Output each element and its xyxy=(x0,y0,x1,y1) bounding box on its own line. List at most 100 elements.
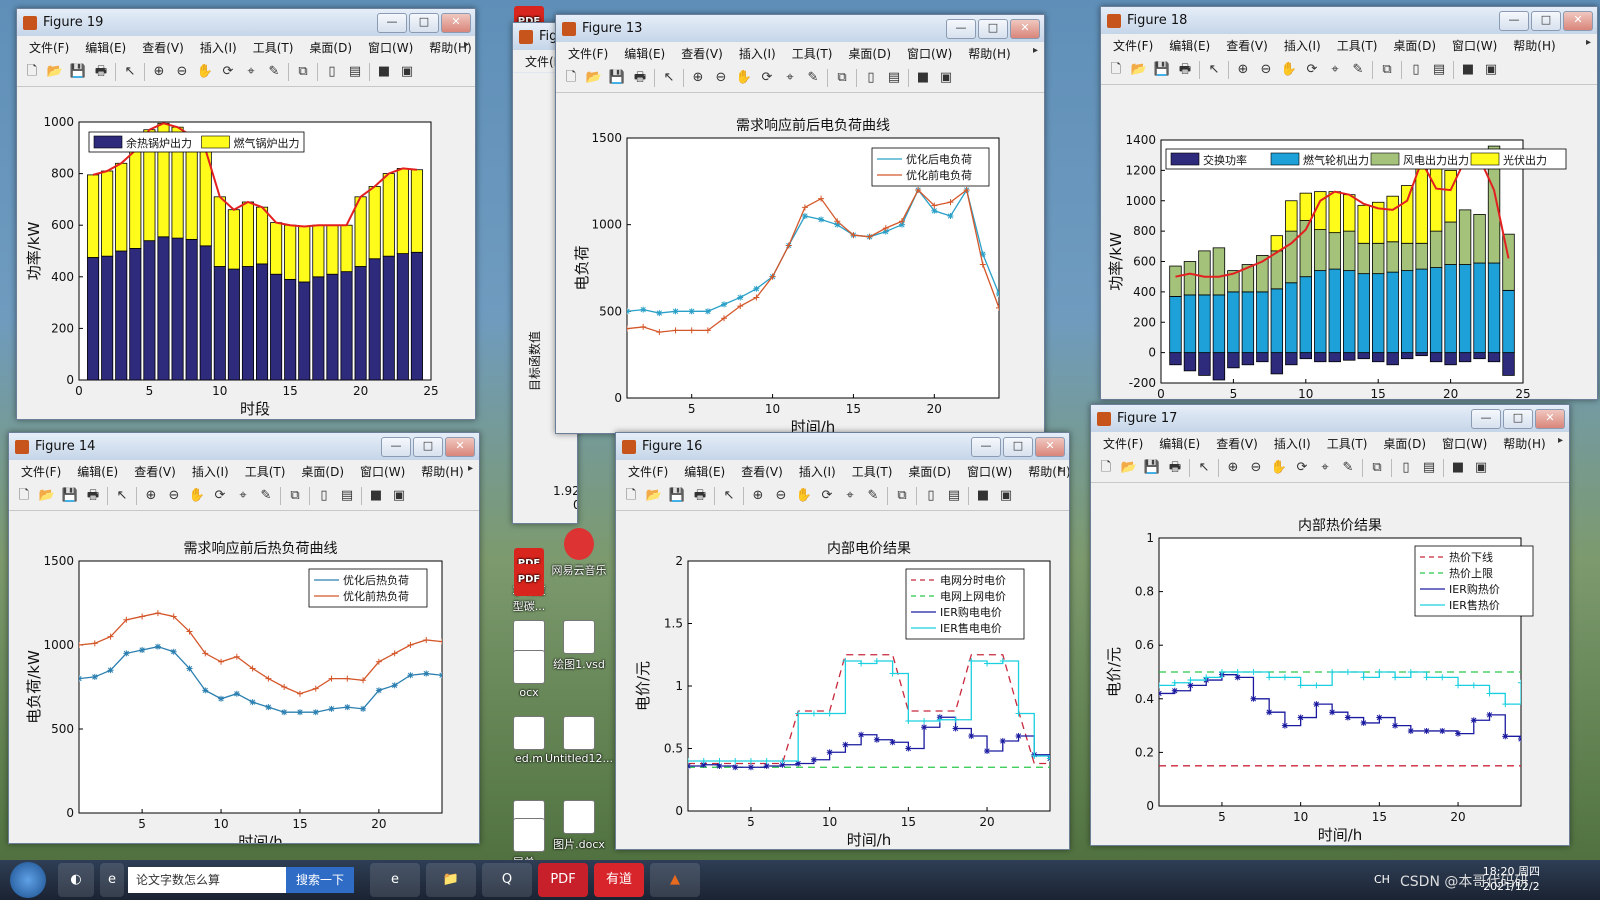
menu-item[interactable]: 工具(T) xyxy=(237,463,294,480)
menu-overflow-icon[interactable]: ▸ xyxy=(1058,463,1063,474)
menu-item[interactable]: 查看(V) xyxy=(1218,37,1276,54)
menu-item[interactable]: 编辑(E) xyxy=(1151,435,1208,452)
edit-plot-icon[interactable]: ↖ xyxy=(720,487,738,505)
hide-tools-icon[interactable]: ■ xyxy=(914,69,932,87)
link-icon[interactable]: ⧉ xyxy=(1378,61,1396,79)
data-cursor-icon[interactable]: ⌖ xyxy=(1326,61,1344,79)
open-file-icon[interactable]: 📂 xyxy=(38,487,56,505)
legend-icon[interactable]: ▤ xyxy=(1430,61,1448,79)
menu-item[interactable]: 文件(F) xyxy=(620,463,676,480)
rotate-icon[interactable]: ⟳ xyxy=(758,69,776,87)
menu-item[interactable]: 工具(T) xyxy=(784,45,841,62)
maximize-button[interactable]: □ xyxy=(413,436,443,457)
menu-item[interactable]: 桌面(D) xyxy=(301,39,360,56)
save-icon[interactable]: 💾 xyxy=(668,487,686,505)
figure-window-f18[interactable]: Figure 18 — □ ✕ 文件(F) 编辑(E) 查看(V) 插入(I) 工具(T) 桌面(… xyxy=(1100,6,1598,400)
data-cursor-icon[interactable]: ⌖ xyxy=(781,69,799,87)
new-figure-icon[interactable]: 🗋 xyxy=(1097,459,1115,477)
maximize-button[interactable]: □ xyxy=(1503,408,1533,429)
menu-item[interactable]: 窗口(W) xyxy=(899,45,960,62)
pan-icon[interactable]: ✋ xyxy=(1270,459,1288,477)
zoom-out-icon[interactable]: ⊖ xyxy=(1247,459,1265,477)
save-icon[interactable]: 💾 xyxy=(69,63,87,81)
hide-tools-icon[interactable]: ■ xyxy=(367,487,385,505)
legend-icon[interactable]: ▤ xyxy=(885,69,903,87)
menu-item[interactable]: 窗口(W) xyxy=(1434,435,1495,452)
maximize-button[interactable]: □ xyxy=(978,18,1008,39)
data-cursor-icon[interactable]: ⌖ xyxy=(1316,459,1334,477)
hide-tools-icon[interactable]: ■ xyxy=(1459,61,1477,79)
zoom-in-icon[interactable]: ⊕ xyxy=(689,69,707,87)
menu-overflow-icon[interactable]: ▸ xyxy=(468,463,473,474)
minimize-button[interactable]: — xyxy=(381,436,411,457)
menu-item[interactable]: 查看(V) xyxy=(126,463,184,480)
save-icon[interactable]: 💾 xyxy=(1143,459,1161,477)
search-button[interactable]: 搜索一下 xyxy=(286,867,355,893)
link-icon[interactable]: ⧉ xyxy=(286,487,304,505)
pan-icon[interactable]: ✋ xyxy=(795,487,813,505)
close-button[interactable]: ✕ xyxy=(1035,436,1065,457)
taskbar-qq-icon[interactable]: Q xyxy=(482,863,533,897)
colorbar-icon[interactable]: ▯ xyxy=(922,487,940,505)
close-button[interactable]: ✕ xyxy=(445,436,475,457)
menu-item[interactable]: 查看(V) xyxy=(673,45,731,62)
menu-item[interactable]: 帮助(H) xyxy=(1505,37,1563,54)
legend[interactable]: 热价下线热价上限 IER购热价 IER售热价 xyxy=(1414,545,1534,617)
menu-overflow-icon[interactable]: ▸ xyxy=(1033,45,1038,56)
brush-icon[interactable]: ✎ xyxy=(265,63,283,81)
window-titlebar[interactable]: Figure 18 — □ ✕ xyxy=(1101,7,1597,34)
menu-item[interactable]: 编辑(E) xyxy=(1161,37,1218,54)
colorbar-icon[interactable]: ▯ xyxy=(315,487,333,505)
start-button[interactable] xyxy=(10,862,46,898)
pan-icon[interactable]: ✋ xyxy=(196,63,214,81)
menu-item[interactable]: 工具(T) xyxy=(844,463,901,480)
menu-item[interactable]: 桌面(D) xyxy=(1375,435,1434,452)
taskbar-app-ie-icon[interactable]: e xyxy=(100,863,124,897)
print-icon[interactable]: 🖶 xyxy=(691,487,709,505)
figure-window-f19[interactable]: Figure 19 — □ ✕ 文件(F) 编辑(E) 查看(V) 插入(I) 工具(T) 桌面(… xyxy=(16,8,476,420)
zoom-out-icon[interactable]: ⊖ xyxy=(173,63,191,81)
hide-tools-icon[interactable]: ■ xyxy=(375,63,393,81)
zoom-out-icon[interactable]: ⊖ xyxy=(1257,61,1275,79)
data-cursor-icon[interactable]: ⌖ xyxy=(234,487,252,505)
zoom-out-icon[interactable]: ⊖ xyxy=(165,487,183,505)
menu-item[interactable]: 帮助(H) xyxy=(1495,435,1553,452)
rotate-icon[interactable]: ⟳ xyxy=(219,63,237,81)
menu-item[interactable]: 插入(I) xyxy=(791,463,844,480)
colorbar-icon[interactable]: ▯ xyxy=(1397,459,1415,477)
open-file-icon[interactable]: 📂 xyxy=(585,69,603,87)
hide-tools-icon[interactable]: ■ xyxy=(974,487,992,505)
menu-item[interactable]: 查看(V) xyxy=(1208,435,1266,452)
legend[interactable]: 优化后电负荷优化前电负荷 xyxy=(871,147,990,187)
legend-icon[interactable]: ▤ xyxy=(346,63,364,81)
legend[interactable]: 交换功率 燃气轮机出力 风电出力出力 光伏出力 xyxy=(1165,148,1567,170)
edit-plot-icon[interactable]: ↖ xyxy=(121,63,139,81)
menu-overflow-icon[interactable]: ▸ xyxy=(1558,435,1563,446)
dock-icon[interactable]: ▣ xyxy=(1482,61,1500,79)
link-icon[interactable]: ⧉ xyxy=(1368,459,1386,477)
open-file-icon[interactable]: 📂 xyxy=(1120,459,1138,477)
hide-tools-icon[interactable]: ■ xyxy=(1449,459,1467,477)
rotate-icon[interactable]: ⟳ xyxy=(211,487,229,505)
window-titlebar[interactable]: Figure 17 — □ ✕ xyxy=(1091,405,1569,432)
print-icon[interactable]: 🖶 xyxy=(631,69,649,87)
menu-item[interactable]: 插入(I) xyxy=(1276,37,1329,54)
menu-item[interactable]: 文件(F) xyxy=(1105,37,1161,54)
data-cursor-icon[interactable]: ⌖ xyxy=(841,487,859,505)
pan-icon[interactable]: ✋ xyxy=(1280,61,1298,79)
desktop-icon[interactable]: 绘图1.vsd xyxy=(544,620,614,672)
open-file-icon[interactable]: 📂 xyxy=(1130,61,1148,79)
menu-item[interactable]: 桌面(D) xyxy=(900,463,959,480)
legend-icon[interactable]: ▤ xyxy=(338,487,356,505)
figure-window-f16[interactable]: Figure 16 — □ ✕ 文件(F) 编辑(E) 查看(V) 插入(I) 工具(T) 桌面(… xyxy=(615,432,1070,850)
window-titlebar[interactable]: Figure 13 — □ ✕ xyxy=(556,15,1044,42)
menu-item[interactable]: 编辑(E) xyxy=(676,463,733,480)
taskbar-app-browser-icon[interactable]: ◐ xyxy=(58,863,94,897)
close-button[interactable]: ✕ xyxy=(441,12,471,33)
desktop-icon[interactable]: 网易云音乐 xyxy=(544,528,614,578)
zoom-in-icon[interactable]: ⊕ xyxy=(1224,459,1242,477)
taskbar-youdao-icon[interactable]: 有道 xyxy=(594,863,645,897)
taskbar-ie-icon[interactable]: e xyxy=(370,863,421,897)
new-figure-icon[interactable]: 🗋 xyxy=(23,63,41,81)
menu-item[interactable]: 查看(V) xyxy=(733,463,791,480)
